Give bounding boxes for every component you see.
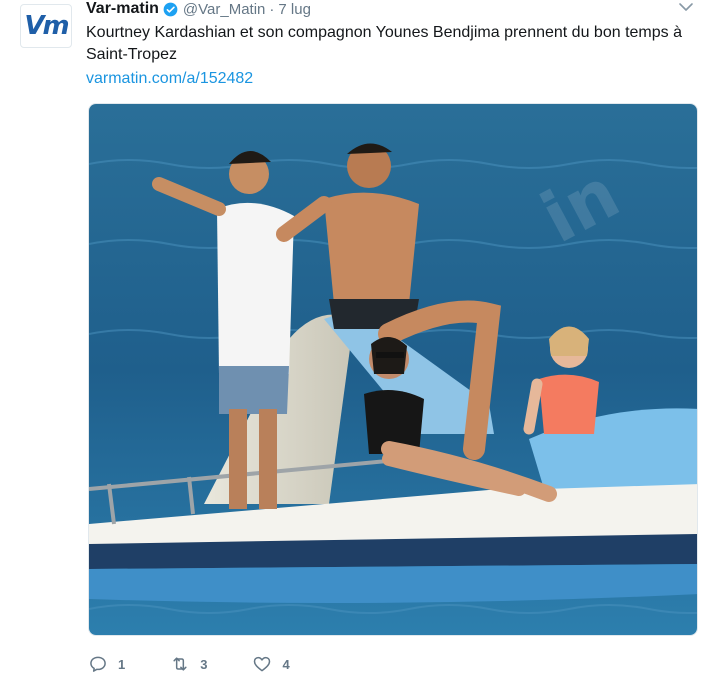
reply-count: 1 — [118, 656, 126, 672]
tweet-date[interactable]: 7 lug — [278, 1, 311, 18]
separator-dot: · — [269, 0, 275, 18]
retweet-icon — [173, 657, 187, 671]
photo-scene: in — [89, 104, 697, 635]
author-name[interactable]: Var-matin — [86, 0, 159, 18]
tweet-actions: 1 3 4 — [88, 652, 335, 676]
tweet-header: Var-matin @Var_Matin · 7 lug — [86, 0, 311, 18]
tweet-link[interactable]: varmatin.com/a/152482 — [86, 70, 253, 88]
verified-badge-icon — [163, 2, 178, 16]
retweet-count: 3 — [200, 656, 208, 672]
like-button[interactable]: 4 — [252, 654, 290, 674]
heart-icon — [254, 656, 271, 672]
retweet-button[interactable]: 3 — [170, 654, 207, 674]
reply-button[interactable]: 1 — [88, 654, 125, 674]
avatar-logo: Vm — [24, 11, 69, 41]
tweet-text: Kourtney Kardashian et son compagnon You… — [86, 24, 682, 63]
tweet-photo[interactable]: in — [88, 103, 698, 636]
chevron-down-icon[interactable] — [678, 0, 694, 14]
author-handle[interactable]: @Var_Matin — [183, 1, 265, 18]
tweet[interactable]: Vm Var-matin @Var_Matin · 7 lug Kourtney… — [0, 0, 704, 683]
like-count: 4 — [282, 656, 290, 672]
reply-icon — [90, 656, 106, 672]
avatar[interactable]: Vm — [20, 4, 72, 48]
